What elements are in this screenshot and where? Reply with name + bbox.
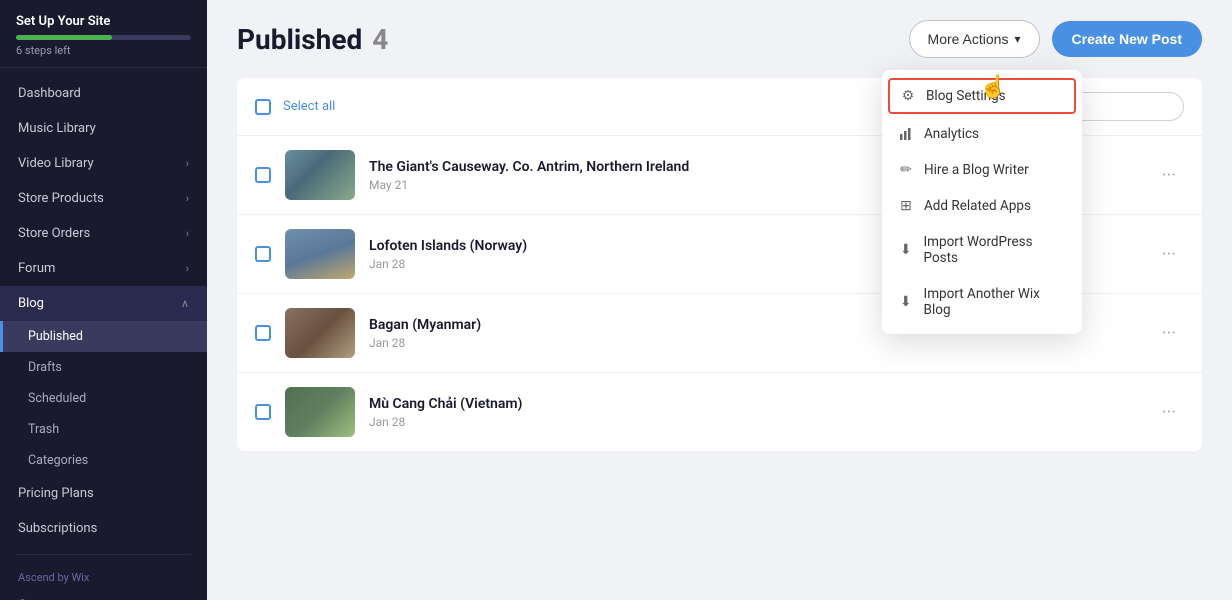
post-more-button[interactable]: ··· [1154,240,1184,269]
post-thumbnail [285,387,355,437]
dropdown-item-import-wordpress[interactable]: ⬇ Import WordPress Posts [882,224,1082,276]
dropdown-item-import-wix-blog[interactable]: ⬇ Import Another Wix Blog [882,276,1082,328]
main-content: Published 4 More Actions ▾ Create New Po… [207,0,1232,600]
post-date: Jan 28 [369,415,1140,429]
chevron-right-icon: › [186,262,189,275]
sidebar-item-video-library[interactable]: Video Library › [0,146,207,181]
sidebar-item-store-products[interactable]: Store Products › [0,181,207,216]
post-checkbox[interactable] [255,167,271,183]
post-thumbnail [285,229,355,279]
chevron-right-icon: › [186,157,189,170]
post-count: 4 [372,23,388,56]
sidebar-item-pricing-plans[interactable]: Pricing Plans [0,476,207,511]
more-actions-dropdown: ⚙ Blog Settings Analytics ✏ Hir [882,70,1082,334]
steps-left: 6 steps left [16,44,191,57]
post-checkbox[interactable] [255,325,271,341]
progress-fill [16,35,112,40]
progress-track [16,35,191,40]
page-title-group: Published 4 [237,23,388,56]
sidebar-item-store-orders[interactable]: Store Orders › [0,216,207,251]
sidebar-item-published[interactable]: Published [0,321,207,352]
sidebar-item-dashboard[interactable]: Dashboard [0,76,207,111]
post-thumbnail [285,150,355,200]
sidebar-item-trash[interactable]: Trash [0,414,207,445]
analytics-icon [898,126,914,142]
dropdown-item-analytics[interactable]: Analytics [882,116,1082,152]
dropdown-item-hire-writer[interactable]: ✏ Hire a Blog Writer [882,152,1082,188]
apps-icon: ⊞ [898,198,914,214]
setup-title: Set Up Your Site [16,14,191,29]
page-title: Published [237,23,362,56]
post-date: Jan 28 [369,336,1140,350]
chevron-right-icon: › [186,192,189,205]
sidebar-nav: Dashboard Music Library Video Library › … [0,68,207,600]
download-icon: ⬇ [898,294,914,310]
sidebar-item-music-library[interactable]: Music Library [0,111,207,146]
sidebar-item-blog[interactable]: Blog ∧ [0,286,207,321]
post-info: Mù Cang Chải (Vietnam) Jan 28 [369,396,1140,429]
post-more-button[interactable]: ··· [1154,398,1184,427]
sidebar-item-subscriptions[interactable]: Subscriptions [0,511,207,546]
post-checkbox[interactable] [255,404,271,420]
chevron-right-icon: › [186,227,189,240]
post-title: Mù Cang Chải (Vietnam) [369,396,1140,412]
sidebar-divider [16,554,191,555]
sidebar-item-categories[interactable]: Categories [0,445,207,476]
select-all-checkbox[interactable] [255,99,271,115]
download-icon: ⬇ [898,242,914,258]
pen-icon: ✏ [898,162,914,178]
dropdown-item-add-apps[interactable]: ⊞ Add Related Apps [882,188,1082,224]
header-actions: More Actions ▾ Create New Post ⚙ Blog Se… [909,20,1202,58]
chevron-down-icon: ▾ [1014,32,1020,46]
sidebar-item-scheduled[interactable]: Scheduled [0,383,207,414]
post-checkbox[interactable] [255,246,271,262]
chevron-up-icon: ∧ [181,297,189,310]
select-all-label[interactable]: Select all [283,99,335,114]
post-row[interactable]: Mù Cang Chải (Vietnam) Jan 28 ··· [237,373,1202,451]
sidebar-item-forum[interactable]: Forum › [0,251,207,286]
more-actions-button[interactable]: More Actions ▾ [909,20,1040,58]
ascend-label: Ascend by Wix [0,563,207,588]
post-thumbnail [285,308,355,358]
gear-icon: ⚙ [900,88,916,104]
sidebar-item-contacts[interactable]: Contacts [0,588,207,600]
post-more-button[interactable]: ··· [1154,161,1184,190]
setup-section: Set Up Your Site 6 steps left [0,0,207,68]
create-new-post-button[interactable]: Create New Post [1052,21,1202,57]
post-more-button[interactable]: ··· [1154,319,1184,348]
dropdown-item-blog-settings[interactable]: ⚙ Blog Settings [888,78,1076,114]
sidebar-item-drafts[interactable]: Drafts [0,352,207,383]
sidebar: Set Up Your Site 6 steps left Dashboard … [0,0,207,600]
page-header: Published 4 More Actions ▾ Create New Po… [207,0,1232,78]
